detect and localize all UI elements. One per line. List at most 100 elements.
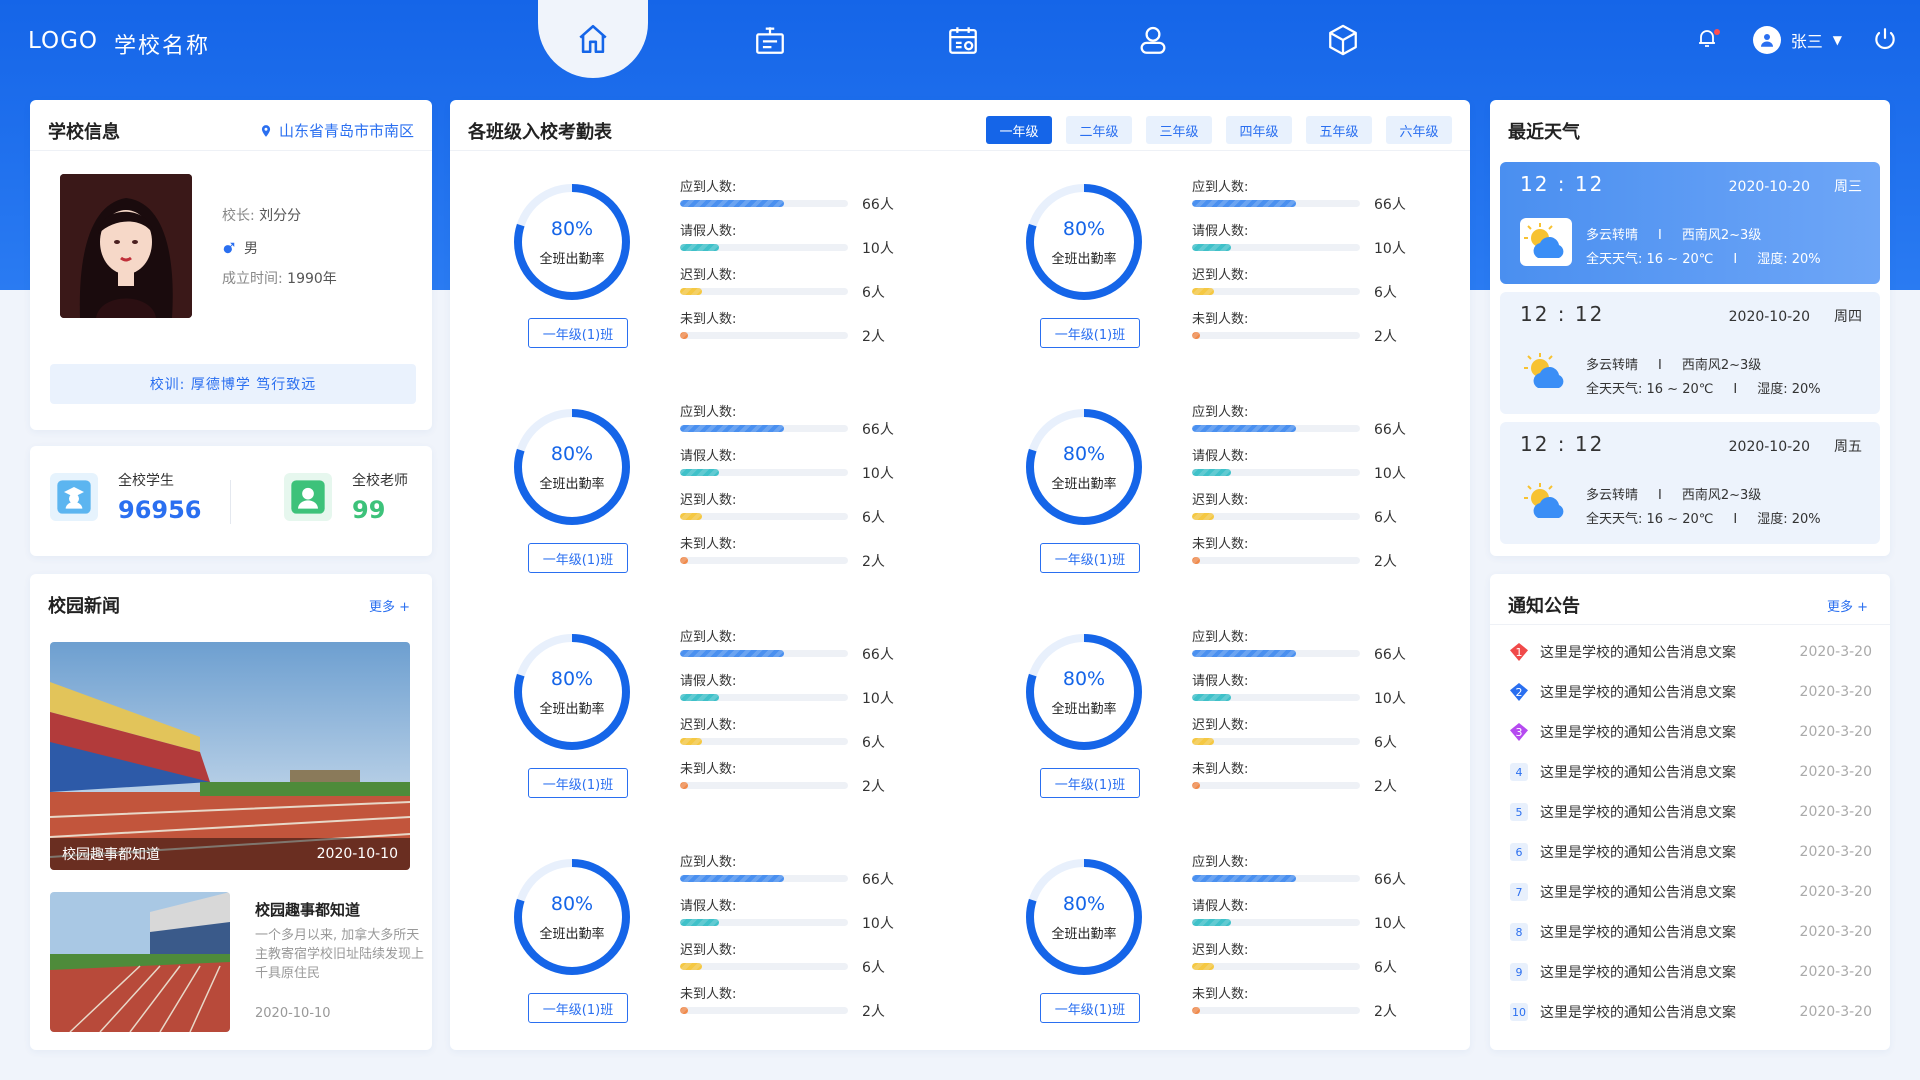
attendance-value: 66人 bbox=[1374, 872, 1406, 888]
weather-humidity: 湿度: 20% bbox=[1757, 252, 1821, 267]
attendance-bar-track bbox=[1192, 875, 1360, 882]
notice-card: 通知公告 更多 + 1 这里是学校的通知公告消息文案 2020-3-20 2 这里是学校… bbox=[1490, 574, 1890, 1050]
class-name-button[interactable]: 一年级(1)班 bbox=[528, 318, 628, 348]
notice-item[interactable]: 3 这里是学校的通知公告消息文案 2020-3-20 bbox=[1510, 720, 1872, 744]
nav-home-tab[interactable] bbox=[538, 0, 648, 78]
attendance-title: 各班级入校考勤表 bbox=[468, 122, 612, 143]
attendance-value: 6人 bbox=[1374, 285, 1397, 301]
attendance-row-label: 请假人数: bbox=[680, 224, 737, 239]
notice-text: 这里是学校的通知公告消息文案 bbox=[1540, 925, 1736, 941]
notice-item[interactable]: 5 这里是学校的通知公告消息文案 2020-3-20 bbox=[1510, 800, 1872, 824]
attendance-bar bbox=[680, 332, 689, 339]
attendance-row-label: 迟到人数: bbox=[1192, 718, 1249, 733]
grade-tab[interactable]: 四年级 bbox=[1226, 116, 1292, 144]
attendance-value: 6人 bbox=[862, 735, 885, 751]
attendance-value: 6人 bbox=[862, 960, 885, 976]
notice-rank-badge: 7 bbox=[1510, 883, 1528, 901]
weather-day[interactable]: 12 : 12 2020-10-20 周四 多云转晴 I 西南风2~3级 全天天气: 16 … bbox=[1500, 292, 1880, 414]
notice-item[interactable]: 7 这里是学校的通知公告消息文案 2020-3-20 bbox=[1510, 880, 1872, 904]
class-name-button[interactable]: 一年级(1)班 bbox=[1040, 768, 1140, 798]
attendance-value: 66人 bbox=[862, 422, 894, 438]
class-name-button[interactable]: 一年级(1)班 bbox=[1040, 993, 1140, 1023]
grade-tab[interactable]: 五年级 bbox=[1306, 116, 1372, 144]
nav-classroom[interactable] bbox=[752, 22, 788, 58]
male-icon bbox=[223, 242, 235, 254]
attendance-row-label: 未到人数: bbox=[680, 762, 737, 777]
attendance-bar-track bbox=[680, 919, 848, 926]
weather-day[interactable]: 12 : 12 2020-10-20 周五 多云转晴 I 西南风2~3级 全天天气: 16 … bbox=[1500, 422, 1880, 544]
nav-profile[interactable] bbox=[1135, 22, 1171, 58]
notice-text: 这里是学校的通知公告消息文案 bbox=[1540, 725, 1736, 741]
attendance-row-label: 应到人数: bbox=[1192, 405, 1249, 420]
attendance-bar-track bbox=[1192, 469, 1360, 476]
grade-tab[interactable]: 一年级 bbox=[986, 116, 1052, 144]
weather-date-text: 2020-10-20 bbox=[1728, 179, 1810, 195]
attendance-bar bbox=[1192, 738, 1214, 745]
notice-item[interactable]: 8 这里是学校的通知公告消息文案 2020-3-20 bbox=[1510, 920, 1872, 944]
weather-cond-text: 多云转晴 bbox=[1586, 488, 1639, 503]
attendance-row-label: 未到人数: bbox=[1192, 987, 1249, 1002]
logout-button[interactable] bbox=[1872, 26, 1900, 54]
class-attendance-item: 80% 全班出勤率 一年级(1)班 应到人数: 66人 请假人数: 10人 迟到人数: 6人 未到… bbox=[450, 620, 930, 820]
class-name-button[interactable]: 一年级(1)班 bbox=[528, 543, 628, 573]
attendance-bar-track bbox=[680, 244, 848, 251]
grade-tab[interactable]: 二年级 bbox=[1066, 116, 1132, 144]
notice-item[interactable]: 9 这里是学校的通知公告消息文案 2020-3-20 bbox=[1510, 960, 1872, 984]
profile-icon bbox=[1140, 26, 1166, 54]
attendance-value: 66人 bbox=[862, 197, 894, 213]
nav-cube[interactable] bbox=[1325, 22, 1361, 58]
notice-item[interactable]: 4 这里是学校的通知公告消息文案 2020-3-20 bbox=[1510, 760, 1872, 784]
stat-students: 全校学生 96956 bbox=[50, 470, 202, 524]
attendance-value: 10人 bbox=[862, 241, 894, 257]
notice-more-link[interactable]: 更多 + bbox=[1827, 596, 1868, 615]
news-thumbnail[interactable] bbox=[50, 892, 230, 1032]
attendance-value: 66人 bbox=[1374, 422, 1406, 438]
attendance-value: 2人 bbox=[1374, 554, 1397, 570]
attendance-bar bbox=[680, 200, 785, 207]
attendance-bar-track bbox=[1192, 425, 1360, 432]
notice-item[interactable]: 2 这里是学校的通知公告消息文案 2020-3-20 bbox=[1510, 680, 1872, 704]
weather-weekday: 周四 bbox=[1834, 309, 1862, 325]
nav-schedule[interactable] bbox=[945, 22, 981, 58]
attendance-bar bbox=[680, 513, 702, 520]
notice-date: 2020-3-20 bbox=[1799, 884, 1872, 900]
weather-condition: 多云转晴 I 西南风2~3级 bbox=[1586, 484, 1761, 503]
class-name-button[interactable]: 一年级(1)班 bbox=[1040, 543, 1140, 573]
founded-label: 成立时间: bbox=[222, 271, 283, 287]
attendance-bar bbox=[680, 650, 785, 657]
featured-news-date: 2020-10-10 bbox=[316, 846, 398, 862]
separator: I bbox=[1733, 382, 1738, 397]
news-item-title[interactable]: 校园趣事都知道 bbox=[255, 899, 360, 920]
user-name[interactable]: 张三 bbox=[1791, 28, 1823, 52]
attendance-rate: 80% bbox=[1062, 443, 1106, 465]
notice-item[interactable]: 10 这里是学校的通知公告消息文案 2020-3-20 bbox=[1510, 1000, 1872, 1024]
class-attendance-item: 80% 全班出勤率 一年级(1)班 应到人数: 66人 请假人数: 10人 迟到人数: 6人 未到… bbox=[450, 845, 930, 1045]
class-name-button[interactable]: 一年级(1)班 bbox=[1040, 318, 1140, 348]
separator: I bbox=[1658, 488, 1662, 503]
attendance-row-label: 应到人数: bbox=[1192, 630, 1249, 645]
attendance-bar-track bbox=[1192, 513, 1360, 520]
attendance-value: 6人 bbox=[1374, 735, 1397, 751]
notification-dot bbox=[1713, 29, 1720, 35]
class-name-button[interactable]: 一年级(1)班 bbox=[528, 993, 628, 1023]
grade-tab[interactable]: 六年级 bbox=[1386, 116, 1452, 144]
news-more-link[interactable]: 更多 + bbox=[369, 596, 410, 615]
partly-cloudy-icon bbox=[1520, 348, 1572, 396]
notice-item[interactable]: 6 这里是学校的通知公告消息文案 2020-3-20 bbox=[1510, 840, 1872, 864]
attendance-rate-label: 全班出勤率 bbox=[1051, 252, 1117, 267]
user-avatar[interactable] bbox=[1752, 26, 1781, 54]
notification-bell[interactable] bbox=[1695, 26, 1723, 54]
attendance-value: 2人 bbox=[862, 329, 885, 345]
class-name-button[interactable]: 一年级(1)班 bbox=[528, 768, 628, 798]
attendance-row-label: 请假人数: bbox=[680, 449, 737, 464]
grade-tab[interactable]: 三年级 bbox=[1146, 116, 1212, 144]
weather-day[interactable]: 12 : 12 2020-10-20 周三 多云转晴 I 西南风2~3级 全天天气: 16 … bbox=[1500, 162, 1880, 284]
school-location[interactable]: 山东省青岛市市南区 bbox=[259, 120, 414, 141]
notice-item[interactable]: 1 这里是学校的通知公告消息文案 2020-3-20 bbox=[1510, 640, 1872, 664]
caret-down-icon[interactable]: ▼ bbox=[1833, 33, 1842, 47]
attendance-row-label: 未到人数: bbox=[680, 987, 737, 1002]
class-attendance-item: 80% 全班出勤率 一年级(1)班 应到人数: 66人 请假人数: 10人 迟到人数: 6人 未到… bbox=[962, 845, 1442, 1045]
featured-news-image[interactable]: 校园趣事都知道 2020-10-10 bbox=[50, 642, 410, 870]
notice-text: 这里是学校的通知公告消息文案 bbox=[1540, 765, 1736, 781]
attendance-bar-track bbox=[1192, 1007, 1360, 1014]
